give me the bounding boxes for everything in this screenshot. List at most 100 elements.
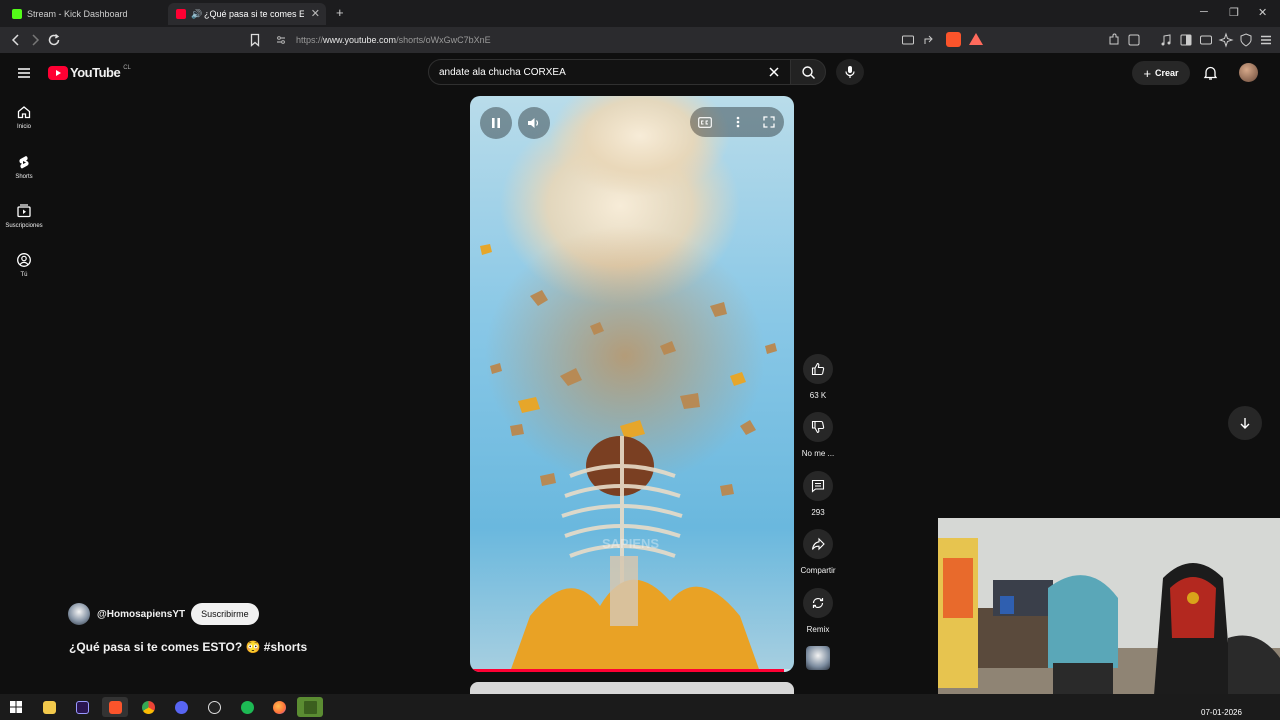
tab-kick-dashboard[interactable]: Stream - Kick Dashboard xyxy=(4,3,164,25)
minimize-button[interactable]: ─ xyxy=(1200,6,1208,18)
guide-menu-icon[interactable] xyxy=(16,65,32,81)
fullscreen-button[interactable] xyxy=(761,114,777,130)
forward-icon[interactable] xyxy=(27,32,43,48)
taskbar-spotify[interactable] xyxy=(234,697,260,717)
taskbar-premiere-pro[interactable] xyxy=(69,697,95,717)
guide-label: Tú xyxy=(20,272,28,278)
channel-info: @HomosapiensYT Suscribirme xyxy=(68,603,259,625)
next-short-button[interactable] xyxy=(1228,406,1262,440)
video-progress-bar[interactable] xyxy=(470,669,794,672)
taskbar-chrome[interactable] xyxy=(135,697,161,717)
tab-youtube-short[interactable]: 🔊 ¿Qué pasa si te comes ESTO? ✕ xyxy=(168,3,326,25)
create-button[interactable]: + Crear xyxy=(1132,61,1190,85)
more-vert-icon xyxy=(736,116,740,128)
wallet-icon[interactable] xyxy=(1198,32,1214,48)
guide-item-inicio[interactable]: Inicio xyxy=(0,104,48,148)
captions-button[interactable] xyxy=(697,114,713,130)
close-window-button[interactable]: ✕ xyxy=(1258,6,1267,19)
browser-toolbar: https://www.youtube.com/shorts/oWxGwC7bX… xyxy=(0,27,1280,53)
discord-icon xyxy=(174,700,188,714)
taskbar-firefox[interactable] xyxy=(266,697,292,717)
remix-label: Remix xyxy=(806,625,830,634)
brave-rewards-icon[interactable] xyxy=(969,33,983,45)
cast-icon[interactable] xyxy=(900,32,916,48)
dislike-button[interactable] xyxy=(803,412,833,442)
start-button[interactable] xyxy=(3,697,29,717)
search-button[interactable] xyxy=(790,59,826,85)
taskbar-date[interactable]: 07-01-2026 xyxy=(1201,708,1242,717)
like-button[interactable] xyxy=(803,354,833,384)
search-input[interactable] xyxy=(439,60,759,84)
sidebar-icon[interactable] xyxy=(1178,32,1194,48)
remix-action[interactable]: Remix xyxy=(797,588,839,634)
leo-ai-icon[interactable] xyxy=(1218,32,1234,48)
brave-icon xyxy=(108,700,122,714)
taskbar-discord[interactable] xyxy=(168,697,194,717)
chrome-icon xyxy=(141,700,155,714)
extensions-icon[interactable] xyxy=(1106,32,1122,48)
taskbar-file-explorer[interactable] xyxy=(36,697,62,717)
search-box[interactable] xyxy=(428,59,792,85)
like-action[interactable]: 63 K xyxy=(797,354,839,400)
progress-fill xyxy=(470,669,785,672)
site-settings-icon[interactable] xyxy=(275,34,287,46)
comments-button[interactable] xyxy=(803,471,833,501)
home-icon xyxy=(17,106,31,119)
share-button[interactable] xyxy=(803,529,833,559)
reload-icon[interactable] xyxy=(46,32,62,48)
vpn-icon[interactable] xyxy=(1238,32,1254,48)
country-code: CL xyxy=(123,65,131,71)
next-short-preview[interactable] xyxy=(470,682,794,694)
voice-search-button[interactable] xyxy=(836,59,864,85)
youtube-logo[interactable]: YouTube CL xyxy=(48,65,131,80)
youtube-icon xyxy=(176,9,186,19)
media-control-icon[interactable] xyxy=(1158,32,1174,48)
volume-button[interactable] xyxy=(518,107,550,139)
subscribe-button[interactable]: Suscribirme xyxy=(191,603,259,625)
guide-item-suscripciones[interactable]: Suscripciones xyxy=(0,203,48,247)
you-icon xyxy=(17,253,31,267)
webcam-feed xyxy=(938,518,1280,708)
share-icon xyxy=(811,537,825,551)
close-tab-icon[interactable]: ✕ xyxy=(311,7,320,20)
webcam-overlay xyxy=(938,518,1280,708)
pause-button[interactable] xyxy=(480,107,512,139)
plus-icon: + xyxy=(1143,65,1152,81)
notifications-bell-icon[interactable] xyxy=(1203,65,1218,81)
new-tab-button[interactable]: + xyxy=(336,5,344,20)
volume-icon xyxy=(528,118,539,128)
taskbar-minecraft[interactable] xyxy=(297,697,323,717)
logo-wordmark: YouTube xyxy=(70,65,121,80)
screenshot-icon[interactable] xyxy=(1126,32,1142,48)
taskbar-obs[interactable] xyxy=(201,697,227,717)
sound-source-thumbnail[interactable] xyxy=(806,646,830,670)
taskbar-brave[interactable] xyxy=(102,697,128,717)
menu-icon[interactable] xyxy=(1258,32,1274,48)
more-options-button[interactable] xyxy=(730,114,746,130)
share-action[interactable]: Compartir xyxy=(797,529,839,575)
guide-item-shorts[interactable]: Shorts xyxy=(0,154,48,198)
share-page-icon[interactable] xyxy=(922,32,938,48)
comment-icon xyxy=(811,479,825,493)
comments-action[interactable]: 293 xyxy=(797,471,839,517)
brave-shields-icon[interactable] xyxy=(946,32,961,47)
dislike-label: No me ... xyxy=(801,449,835,458)
channel-avatar[interactable] xyxy=(68,603,90,625)
windows-icon xyxy=(10,701,22,713)
thumbs-up-icon xyxy=(811,362,825,376)
channel-handle[interactable]: @HomosapiensYT xyxy=(97,609,185,620)
remix-button[interactable] xyxy=(803,588,833,618)
address-bar[interactable]: https://www.youtube.com/shorts/oWxGwC7bX… xyxy=(270,30,890,50)
shorts-video-player[interactable]: SAPIENS xyxy=(470,96,794,672)
bookmark-icon[interactable] xyxy=(247,32,263,48)
avatar[interactable] xyxy=(1239,63,1258,82)
dislike-action[interactable]: No me ... xyxy=(797,412,839,458)
back-icon[interactable] xyxy=(8,32,24,48)
guide-item-tu[interactable]: Tú xyxy=(0,252,48,296)
clear-search-icon[interactable] xyxy=(768,66,780,78)
video-title[interactable]: ¿Qué pasa si te comes ESTO? 😳 #shorts xyxy=(69,640,307,654)
speaker-icon[interactable]: 🔊 xyxy=(191,9,202,20)
maximize-button[interactable]: ❐ xyxy=(1229,6,1239,19)
subscriptions-icon xyxy=(17,204,31,218)
url-path: /shorts/oWxGwC7bXnE xyxy=(396,35,491,45)
